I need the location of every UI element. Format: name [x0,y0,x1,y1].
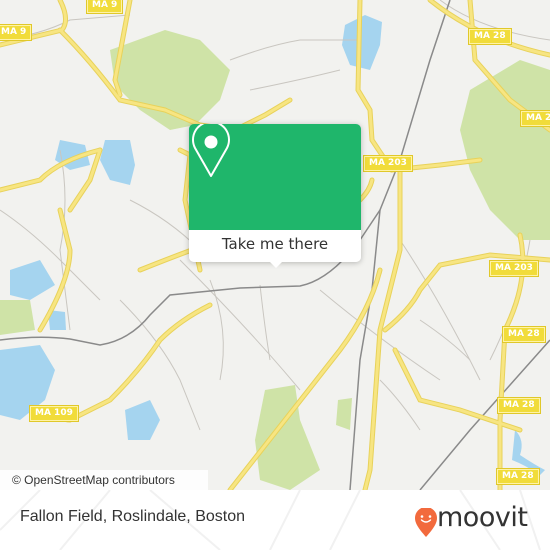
route-shield-ma28: MA 28 [497,469,539,484]
park-area [0,300,35,335]
location-pin-icon [192,124,230,177]
place-name: Fallon Field, Roslindale, Boston [20,508,246,525]
park-area [460,60,550,240]
park-area [110,30,230,130]
route-shield-ma28: MA 28 [521,111,550,126]
park-area [255,385,320,490]
footer-bar: Fallon Field, Roslindale, Boston moovit [0,490,550,550]
brand-name: moovit [437,502,528,533]
popup-header [189,124,361,230]
lake [125,400,160,440]
route-shield-ma9: MA 9 [87,0,123,13]
moovit-logo[interactable]: moovit [415,500,540,540]
route-shield-ma109: MA 109 [30,406,78,421]
route-shield-ma28: MA 28 [503,327,545,342]
location-popup: Take me there [189,124,361,268]
popup-pointer [267,259,285,268]
route-shield-ma203: MA 203 [364,156,412,171]
lake [100,140,135,185]
route-shield-ma28: MA 28 [469,29,511,44]
route-shield-ma28: MA 28 [498,398,540,413]
map-attribution[interactable]: © OpenStreetMap contributors [0,470,208,490]
route-shield-ma203: MA 203 [490,261,538,276]
moovit-smile-pin-icon [415,508,437,537]
park-area [336,398,352,430]
take-me-there-button[interactable]: Take me there [189,230,361,262]
map-view[interactable]: MA 9 MA 9 MA 28 MA 28 MA 203 MA 203 MA 2… [0,0,550,490]
lake [10,260,55,300]
lake [342,15,382,70]
route-shield-ma9: MA 9 [0,25,32,40]
